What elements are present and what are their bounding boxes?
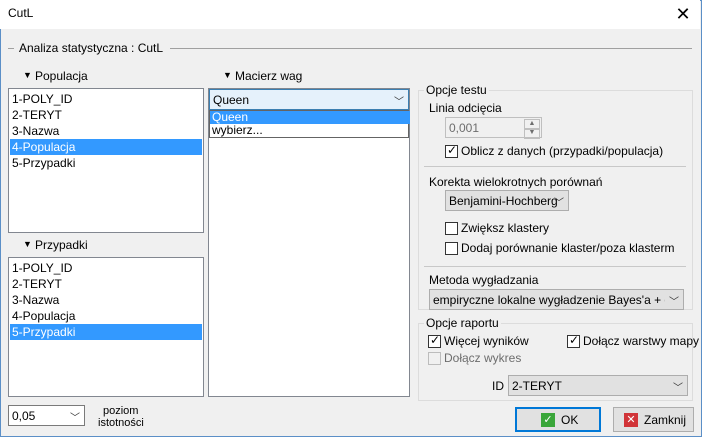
- chevron-down-icon: ﹀: [673, 383, 683, 394]
- macierz-label: Macierz wag: [235, 69, 303, 83]
- collapse-triangle-icon[interactable]: ▼: [223, 70, 232, 80]
- list-item-selected[interactable]: 4-Populacja: [10, 139, 202, 155]
- metoda-combo[interactable]: empiryczne lokalne wygładzenie Bayes'a +…: [429, 289, 684, 310]
- wiecej-checkbox[interactable]: [428, 333, 441, 348]
- dolacz-wykres-label: Dołącz wykres: [444, 351, 522, 365]
- przypadki-label: Przypadki: [35, 238, 88, 252]
- opcje-raportu-title: Opcje raportu: [424, 316, 501, 330]
- close-x-icon: ✕: [624, 413, 638, 427]
- korekta-combo[interactable]: Benjamini-Hochberg ﹀: [445, 190, 569, 211]
- zamknij-button[interactable]: ✕ Zamknij: [613, 407, 694, 432]
- korekta-value: Benjamini-Hochberg: [449, 194, 558, 208]
- list-item[interactable]: 1-POLY_ID: [10, 260, 202, 276]
- dropdown-item[interactable]: wybierz...: [210, 124, 410, 137]
- ok-button[interactable]: ✓ OK: [515, 407, 601, 432]
- poziom-value: 0,05: [12, 409, 36, 423]
- przypadki-listbox[interactable]: 1-POLY_ID 2-TERYT 3-Nazwa 4-Populacja 5-…: [8, 257, 204, 397]
- spin-down-icon[interactable]: ▼: [524, 128, 540, 139]
- list-item-selected[interactable]: 5-Przypadki: [10, 324, 202, 340]
- divider: [424, 166, 686, 167]
- id-label: ID: [492, 379, 504, 393]
- oblicz-label: Oblicz z danych (przypadki/populacja): [461, 144, 664, 158]
- list-item[interactable]: 5-Przypadki: [10, 155, 202, 171]
- id-value: 2-TERYT: [512, 379, 562, 393]
- group-title: Analiza statystyczna : CutL: [19, 41, 164, 55]
- linia-value: 0,001: [449, 121, 480, 135]
- macierz-combo[interactable]: Queen ﹀: [209, 89, 409, 110]
- dolacz-warstwy-label: Dołącz warstwy mapy: [583, 334, 700, 348]
- list-item[interactable]: 2-TERYT: [10, 276, 202, 292]
- wiecej-label: Więcej wyników: [444, 334, 529, 348]
- metoda-value: empiryczne lokalne wygładzenie Bayes'a +…: [433, 293, 665, 307]
- populacja-listbox[interactable]: 1-POLY_ID 2-TERYT 3-Nazwa 4-Populacja 5-…: [8, 88, 204, 233]
- zwieksz-checkbox[interactable]: [445, 222, 458, 235]
- chevron-down-icon: ﹀: [669, 297, 679, 308]
- collapse-triangle-icon[interactable]: ▼: [23, 70, 32, 80]
- list-item[interactable]: 3-Nazwa: [10, 123, 202, 139]
- title-bar: [0, 0, 700, 29]
- poziom-combo[interactable]: 0,05 ﹀: [8, 405, 85, 426]
- macierz-selected: Queen: [213, 93, 250, 107]
- linia-spinbox[interactable]: 0,001 ▲ ▼: [445, 117, 542, 139]
- chevron-down-icon: ﹀: [554, 198, 564, 209]
- opcje-testu-title: Opcje testu: [424, 83, 489, 97]
- list-item[interactable]: 3-Nazwa: [10, 292, 202, 308]
- id-combo[interactable]: 2-TERYT ﹀: [508, 375, 688, 396]
- oblicz-checkbox[interactable]: [445, 143, 458, 158]
- group-line-right: [170, 48, 692, 49]
- zwieksz-label: Zwiększ klastery: [461, 221, 550, 235]
- list-item[interactable]: 2-TERYT: [10, 107, 202, 123]
- check-icon: ✓: [541, 413, 555, 427]
- korekta-label: Korekta wielokrotnych porównań: [429, 175, 603, 189]
- metoda-label: Metoda wygładzania: [429, 273, 539, 287]
- divider: [424, 266, 686, 267]
- ok-label: OK: [561, 413, 579, 427]
- group-line-left: [8, 48, 14, 49]
- dodaj-checkbox[interactable]: [445, 242, 458, 255]
- close-icon[interactable]: ✕: [668, 2, 698, 26]
- dolacz-wykres-checkbox[interactable]: [428, 352, 441, 365]
- window-title: CutL: [8, 6, 34, 20]
- populacja-label: Populacja: [35, 69, 88, 83]
- collapse-triangle-icon[interactable]: ▼: [23, 239, 32, 249]
- chevron-down-icon: ﹀: [394, 97, 404, 108]
- poziom-label-1: poziom: [103, 405, 139, 417]
- poziom-label-2: istotności: [98, 417, 144, 429]
- chevron-down-icon: ﹀: [70, 413, 80, 424]
- list-item[interactable]: 1-POLY_ID: [10, 91, 202, 107]
- list-item[interactable]: 4-Populacja: [10, 308, 202, 324]
- macierz-dropdown: Queen wybierz...: [209, 110, 410, 138]
- zamknij-label: Zamknij: [644, 413, 687, 427]
- linia-label: Linia odcięcia: [429, 101, 502, 115]
- dolacz-warstwy-checkbox[interactable]: [567, 333, 580, 348]
- dodaj-label: Dodaj porównanie klaster/poza klasterm: [461, 241, 675, 255]
